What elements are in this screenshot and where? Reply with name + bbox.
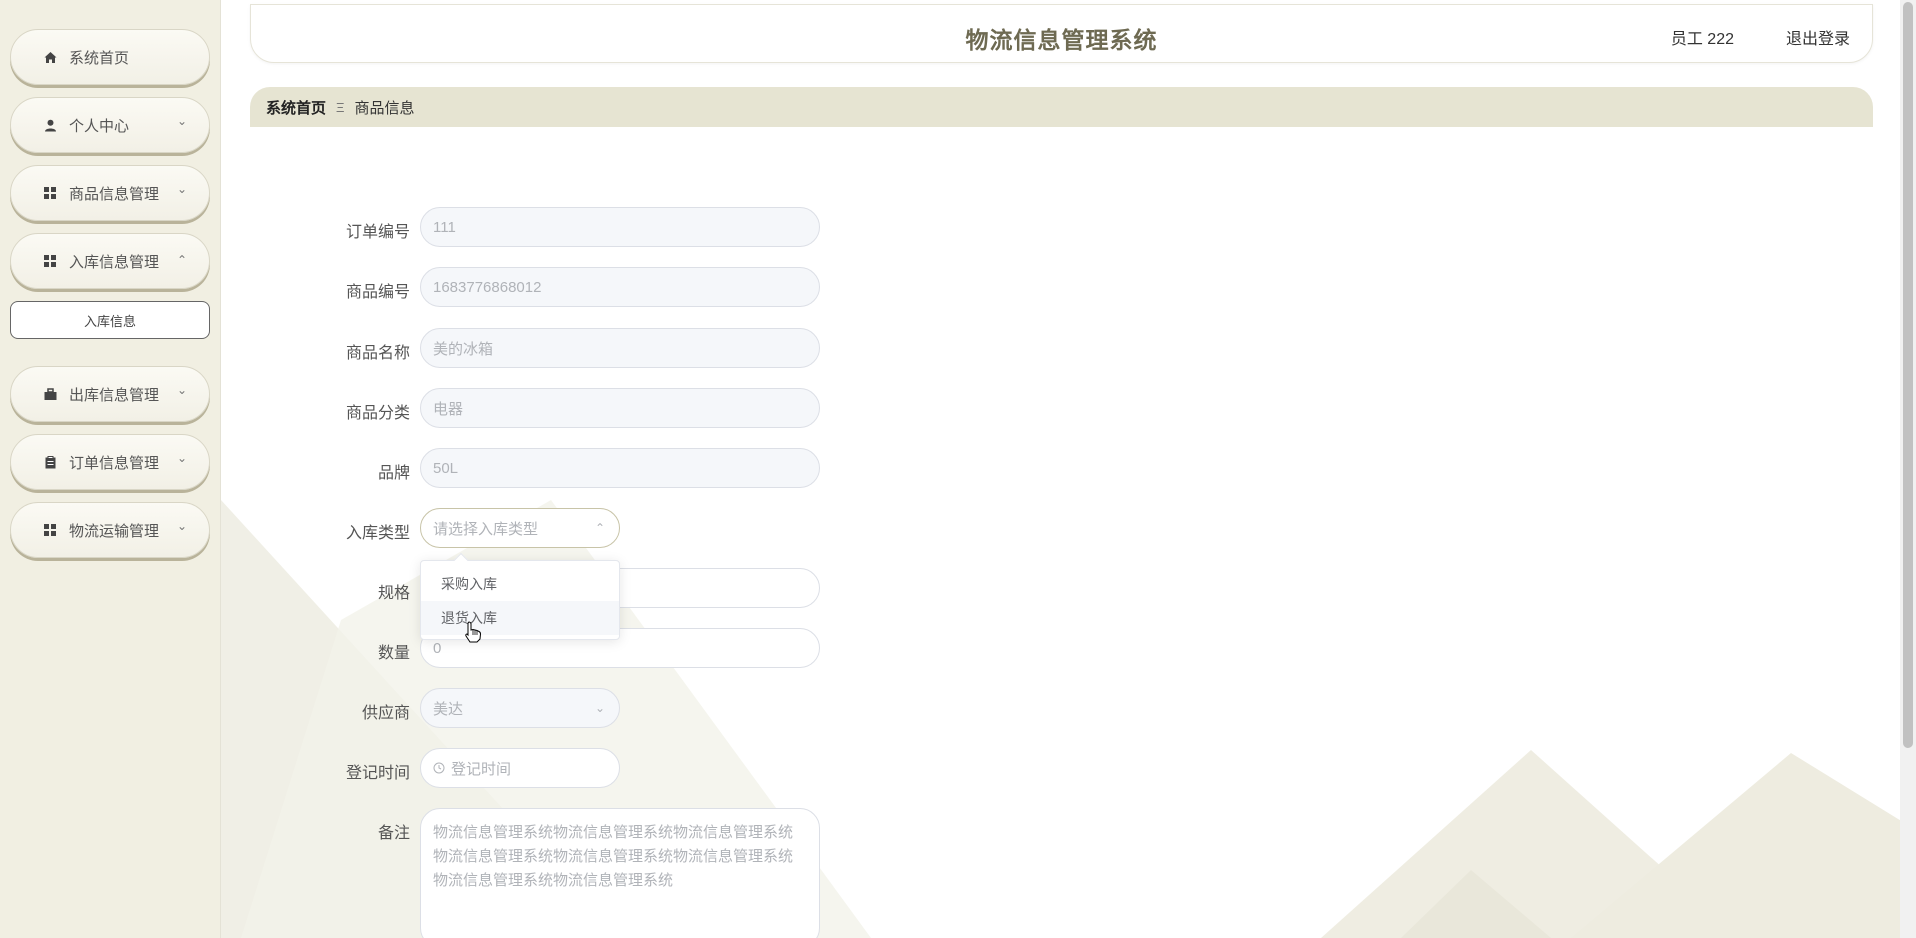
sidebar-item-label: 订单信息管理 <box>69 454 160 472</box>
chevron-down-icon: ⌄ <box>176 182 187 196</box>
spec-label: 规格 <box>377 585 410 602</box>
dropdown-option-return[interactable]: 退货入库 <box>421 601 619 635</box>
order-no-value: 111 <box>433 218 456 236</box>
order-no-field[interactable]: 111 <box>420 207 820 247</box>
sidebar-item-label: 物流运输管理 <box>69 522 160 540</box>
product-no-field[interactable]: 1683776868012 <box>420 267 820 307</box>
sidebar-item-label: 个人中心 <box>69 117 130 135</box>
sidebar-item-logistics[interactable]: 物流运输管理 ⌄ <box>10 502 210 558</box>
vertical-scrollbar[interactable] <box>1900 0 1916 938</box>
sidebar-item-outbound[interactable]: 出库信息管理 ⌄ <box>10 366 210 422</box>
brand-value: 50L <box>433 459 459 477</box>
sidebar-item-personal[interactable]: 个人中心 ⌄ <box>10 97 210 153</box>
quantity-label: 数量 <box>377 645 410 662</box>
user-icon <box>43 118 57 132</box>
chevron-up-icon: ⌃ <box>176 253 187 267</box>
breadcrumb-home[interactable]: 系统首页 <box>266 97 326 118</box>
supplier-value: 美达 <box>433 700 464 718</box>
chevron-down-icon: ⌄ <box>176 114 187 128</box>
home-icon <box>43 50 57 64</box>
sidebar: 系统首页 个人中心 ⌄ 商品信息管理 ⌄ 入库信息管理 ⌃ 入库信息 出库信息管… <box>0 0 221 938</box>
category-label: 商品分类 <box>345 405 410 422</box>
sidebar-item-inbound[interactable]: 入库信息管理 ⌃ <box>10 233 210 289</box>
inbound-type-select[interactable]: 请选择入库类型 ⌃ <box>420 508 620 548</box>
breadcrumb-current: 商品信息 <box>354 99 415 117</box>
grid-icon <box>43 186 57 200</box>
sidebar-item-home[interactable]: 系统首页 <box>10 29 210 85</box>
inbound-type-placeholder: 请选择入库类型 <box>433 520 539 538</box>
sidebar-item-label: 出库信息管理 <box>69 386 160 404</box>
reg-time-label: 登记时间 <box>345 765 410 782</box>
chevron-up-icon: ⌃ <box>594 521 605 535</box>
sidebar-subitem-inbound-info[interactable]: 入库信息 <box>10 301 210 339</box>
clipboard-icon <box>43 455 57 469</box>
dropdown-caret <box>453 552 469 568</box>
remark-label: 备注 <box>377 825 410 842</box>
sidebar-item-product[interactable]: 商品信息管理 ⌄ <box>10 165 210 221</box>
sidebar-item-label: 入库信息管理 <box>69 253 160 271</box>
reg-time-placeholder: 登记时间 <box>451 760 512 778</box>
grid-icon <box>43 254 57 268</box>
product-name-field[interactable]: 美的冰箱 <box>420 328 820 368</box>
sidebar-item-label: 商品信息管理 <box>69 185 160 203</box>
product-name-value: 美的冰箱 <box>433 340 494 358</box>
sidebar-item-label: 系统首页 <box>69 49 130 67</box>
reg-time-picker[interactable]: 登记时间 <box>420 748 620 788</box>
brand-label: 品牌 <box>377 465 410 482</box>
remark-value: 物流信息管理系统物流信息管理系统物流信息管理系统物流信息管理系统物流信息管理系统… <box>433 824 794 889</box>
remark-textarea[interactable]: 物流信息管理系统物流信息管理系统物流信息管理系统物流信息管理系统物流信息管理系统… <box>420 808 820 938</box>
chevron-down-icon: ⌄ <box>176 383 187 397</box>
chevron-down-icon: ⌄ <box>176 451 187 465</box>
chevron-down-icon: ⌄ <box>176 519 187 533</box>
supplier-label: 供应商 <box>361 705 410 722</box>
scrollbar-thumb[interactable] <box>1903 2 1913 748</box>
brand-field[interactable]: 50L <box>420 448 820 488</box>
top-header: 物流信息管理系统 员工 222 退出登录 <box>250 4 1873 63</box>
grid-icon <box>43 523 57 537</box>
chevron-down-icon: ⌄ <box>594 701 605 715</box>
clock-icon <box>433 762 445 774</box>
product-no-value: 1683776868012 <box>433 278 542 296</box>
briefcase-icon <box>43 387 57 401</box>
breadcrumb: 系统首页 Ξ 商品信息 <box>250 87 1873 127</box>
inbound-type-label: 入库类型 <box>345 525 410 542</box>
user-name: 员工 222 <box>1670 31 1734 48</box>
hand-cursor-icon <box>465 621 482 643</box>
supplier-select[interactable]: 美达 ⌄ <box>420 688 620 728</box>
quantity-value: 0 <box>433 639 442 657</box>
category-field[interactable]: 电器 <box>420 388 820 428</box>
product-name-label: 商品名称 <box>345 345 410 362</box>
order-no-label: 订单编号 <box>345 224 410 241</box>
category-value: 电器 <box>433 400 464 418</box>
inbound-type-dropdown: 采购入库 退货入库 <box>420 552 620 640</box>
logout-link[interactable]: 退出登录 <box>1786 25 1850 49</box>
breadcrumb-separator: Ξ <box>336 99 345 115</box>
sidebar-item-order[interactable]: 订单信息管理 ⌄ <box>10 434 210 490</box>
dropdown-option-purchase[interactable]: 采购入库 <box>421 567 619 601</box>
app-title: 物流信息管理系统 <box>965 27 1158 53</box>
product-no-label: 商品编号 <box>345 284 410 301</box>
